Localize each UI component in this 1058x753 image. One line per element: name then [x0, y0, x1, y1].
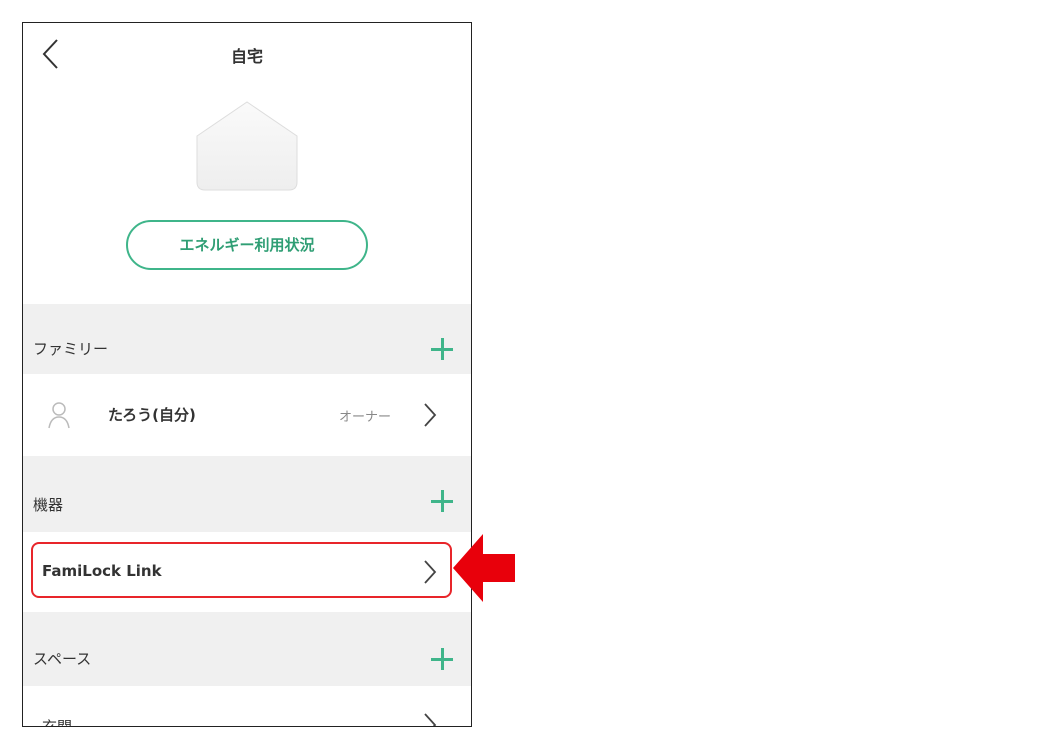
user-icon [48, 402, 70, 429]
add-space-plus-icon[interactable] [431, 648, 453, 670]
devices-section-label: 機器 [33, 496, 64, 514]
spaces-section-header: スペース [23, 612, 471, 686]
red-arrow-icon [453, 534, 515, 602]
chevron-right-icon [424, 713, 437, 726]
devices-section-header: 機器 [23, 456, 471, 532]
add-device-plus-icon[interactable] [431, 490, 453, 512]
family-section-label: ファミリー [33, 340, 109, 358]
chevron-right-icon [424, 403, 437, 427]
nav-bar: 自宅 [23, 23, 471, 87]
spaces-section-label: スペース [33, 650, 92, 668]
house-icon [196, 101, 298, 191]
space-name: 玄関 [42, 718, 73, 727]
app-screen: 自宅 エネルギー利用状況 ファミリー たろう(自分) オーナー 機器 FamiL [22, 22, 472, 727]
energy-usage-button[interactable]: エネルギー利用状況 [126, 220, 368, 270]
family-section-header: ファミリー [23, 304, 471, 374]
family-member-name: たろう(自分) [108, 406, 196, 424]
page-title: 自宅 [230, 47, 263, 66]
family-member-row[interactable]: たろう(自分) オーナー [23, 374, 471, 456]
highlight-frame [31, 542, 452, 598]
space-row-partial[interactable]: 玄関 [23, 686, 471, 727]
family-member-role: オーナー [339, 410, 392, 425]
add-family-plus-icon[interactable] [431, 338, 453, 360]
